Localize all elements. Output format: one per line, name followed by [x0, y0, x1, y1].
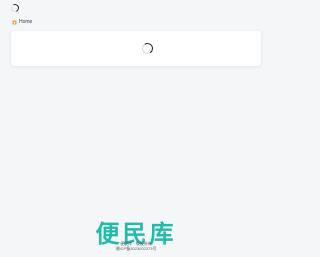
content-card [11, 31, 261, 66]
top-loading-spinner-icon [9, 2, 21, 14]
footer-icp-link[interactable]: 湘ICP备2023002373号 [0, 246, 272, 251]
home-icon[interactable] [12, 20, 17, 25]
page: Home 便民库 便民库 · 版权所有 湘ICP备2023002373号 [0, 0, 272, 257]
loading-spinner-icon [141, 42, 154, 55]
breadcrumb: Home [12, 19, 32, 25]
breadcrumb-home-link[interactable]: Home [19, 19, 32, 25]
site-footer: 便民库 · 版权所有 湘ICP备2023002373号 [0, 241, 272, 251]
